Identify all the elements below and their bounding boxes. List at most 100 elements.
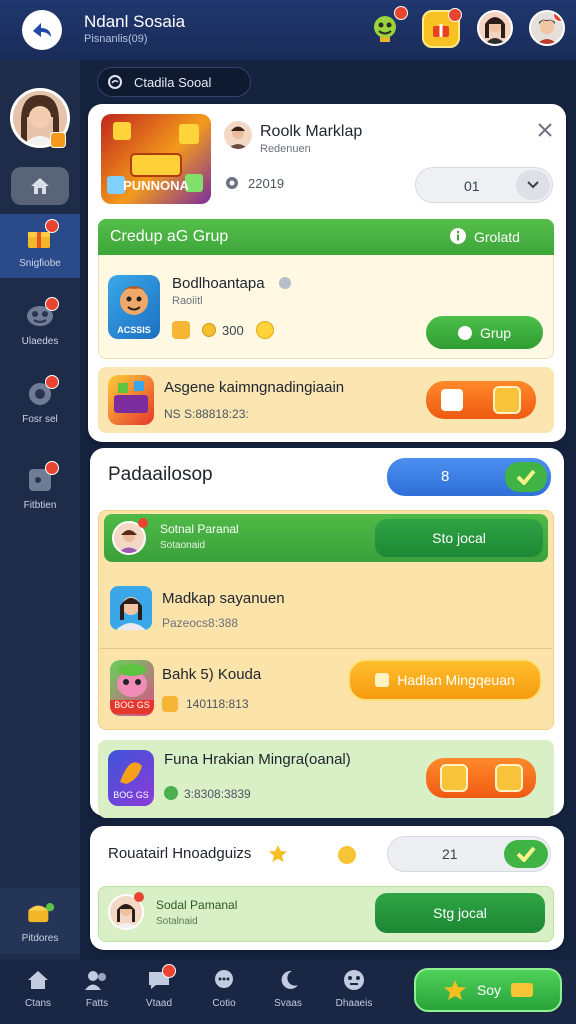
author-avatar — [224, 121, 252, 149]
social-action-label: Hadlan Mingqeuan — [397, 672, 515, 688]
app-title: Ndanl Sosaia — [84, 12, 186, 31]
game-stat: 22019 — [248, 176, 285, 191]
social-join-button[interactable]: Sto jocal — [375, 519, 543, 557]
social-row-thumb-text: BOG GS — [110, 700, 154, 714]
nav-item-games[interactable]: Dhaaeis — [325, 968, 383, 1018]
home-icon — [25, 968, 51, 992]
info-icon — [450, 228, 466, 244]
social-action-button[interactable]: Hadlan Mingqeuan — [348, 659, 542, 701]
sidebar-item-label: Ulaedes — [21, 336, 59, 347]
bottom-card-title: Rouatairl Hnoadguizs — [108, 845, 252, 862]
nav-item-messages[interactable]: Vtaad — [130, 964, 188, 1018]
search-icon — [108, 75, 122, 89]
feature-title: Funa Hrakian Mingra(oanal) — [164, 751, 351, 768]
bottom-join-label: Stg jocal — [433, 905, 487, 921]
nav-label: Svaas — [274, 998, 302, 1009]
group-header-right: Grolatd — [474, 229, 520, 245]
chat-icon — [25, 375, 59, 409]
join-group-button[interactable]: Grup — [426, 316, 543, 349]
sidebar-item-treasure[interactable]: Pitdores — [0, 888, 80, 954]
home-icon — [31, 178, 49, 194]
smiley-icon — [338, 846, 356, 864]
group-title: Credup aG Grup — [110, 228, 229, 245]
treasure-icon — [25, 898, 55, 928]
game-banner-text: PUNNONA — [123, 178, 189, 193]
feature-thumb-text: BOG GS — [113, 790, 149, 800]
nav-item-home[interactable]: Ctans — [9, 968, 67, 1018]
notification-badge — [45, 219, 59, 233]
bottom-toggle-value: 21 — [442, 846, 458, 862]
notification-badge — [45, 461, 59, 475]
group-item-thumb[interactable]: ACSSIS — [108, 275, 160, 339]
check-icon[interactable] — [505, 462, 547, 492]
close-icon[interactable] — [536, 121, 554, 139]
game-banner[interactable]: PUNNONA — [101, 114, 211, 204]
app-logo-icon[interactable] — [22, 10, 62, 50]
chat-icon — [211, 968, 237, 992]
divider — [100, 648, 552, 649]
feature-claim-button[interactable] — [426, 758, 536, 798]
social-join-label: Sto jocal — [432, 530, 486, 546]
search-button[interactable]: Ctadila Sooal — [97, 67, 251, 97]
sidebar-item-chat[interactable]: Fosr sel — [0, 370, 80, 434]
social-row-name: Sotnal Paranal — [160, 522, 239, 536]
nav-label: Cotio — [212, 998, 236, 1009]
notification-badge — [394, 6, 408, 20]
coin-icon — [202, 323, 216, 337]
nav-item-chat[interactable]: Cotio — [195, 968, 253, 1018]
social-toggle[interactable]: 8 — [387, 458, 551, 496]
crown-icon — [172, 321, 190, 339]
invite-title: Asgene kaimngnadingiaain — [164, 379, 345, 396]
social-row-sub: Pazeocs8:388 — [162, 616, 239, 630]
ticket-icon — [511, 983, 534, 997]
social-toggle-value: 8 — [441, 468, 450, 485]
reward-icon — [439, 764, 468, 792]
gift-icon[interactable] — [422, 8, 462, 48]
check-icon[interactable] — [504, 840, 548, 868]
sidebar-item-label: Snigfiobe — [19, 258, 61, 269]
status-icon — [164, 786, 178, 800]
play-label: Soy — [476, 982, 502, 998]
social-card-title: Padaailosop — [108, 464, 213, 485]
chat-icon — [457, 325, 472, 340]
invite-thumb — [108, 375, 154, 425]
gear-icon — [224, 175, 240, 191]
nav-item-friends[interactable]: Fatts — [68, 968, 126, 1018]
sidebar-item-flags[interactable]: Fitbtien — [0, 456, 80, 520]
nav-label: Ctans — [24, 998, 52, 1009]
gift-box-icon — [441, 389, 463, 411]
friends-icon — [84, 968, 110, 992]
home-button[interactable] — [11, 167, 69, 205]
user-avatar[interactable] — [529, 10, 565, 46]
flag-icon — [25, 461, 59, 495]
friend-avatar[interactable] — [477, 10, 513, 46]
sidebar-item-label: Fosr sel — [22, 414, 58, 425]
group-item-score: 300 — [222, 323, 244, 338]
sidebar-item-gifts[interactable]: Snigfiobe — [0, 214, 80, 278]
feature-sub: 3:8308:3839 — [184, 787, 251, 801]
bottom-toggle[interactable]: 21 — [387, 836, 551, 872]
bottom-row-sub: Sotalnaid — [156, 916, 198, 927]
nav-item-explore[interactable]: Svaas — [259, 968, 317, 1018]
trophy-icon[interactable] — [366, 6, 408, 48]
notification-badge — [45, 375, 59, 389]
notification-badge — [448, 8, 462, 22]
sidebar-item-masks[interactable]: Ulaedes — [0, 292, 80, 356]
selector-value: 01 — [464, 178, 480, 194]
invite-claim-button[interactable] — [426, 381, 536, 419]
social-row-avatar — [110, 586, 152, 630]
gift-icon — [25, 219, 59, 253]
crown-icon — [162, 696, 178, 712]
bottom-join-button[interactable]: Stg jocal — [375, 893, 545, 933]
join-group-label: Grup — [479, 324, 512, 341]
play-button[interactable]: Soy — [414, 968, 562, 1012]
nav-label: Dhaaeis — [335, 998, 373, 1009]
social-row-sub: 140118:813 — [186, 697, 249, 711]
notification-badge — [45, 297, 59, 311]
nav-label: Fatts — [85, 998, 109, 1009]
notification-badge — [162, 964, 176, 978]
chevron-down-icon[interactable] — [516, 170, 550, 200]
reward-icon — [494, 764, 523, 792]
smiley-icon — [256, 321, 274, 339]
count-selector[interactable]: 01 — [415, 167, 553, 203]
